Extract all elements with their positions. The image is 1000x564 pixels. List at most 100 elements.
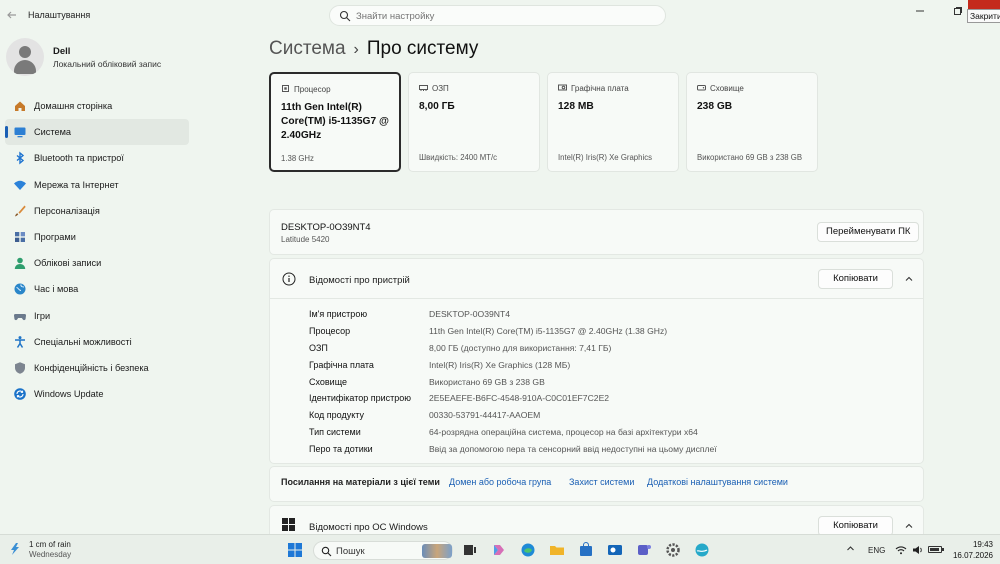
brush-icon [15, 205, 26, 217]
volume-icon[interactable] [912, 545, 924, 555]
copilot-icon[interactable] [491, 542, 507, 558]
sidebar-item-privacy[interactable]: Конфіденційність і безпека [5, 355, 189, 381]
windows-specifications-panel[interactable]: Відомості про ОС Windows Копіювати [269, 505, 924, 536]
input-language[interactable]: ENG [868, 546, 885, 555]
link-domain-workgroup[interactable]: Домен або робоча група [449, 477, 551, 487]
minimize-button[interactable] [912, 6, 928, 20]
show-hidden-icons-chevron[interactable] [846, 544, 855, 555]
processor-card[interactable]: Процесор 11th Gen Intel(R) Core(TM) i5-1… [269, 72, 401, 172]
sidebar-item-apps[interactable]: Програми [5, 224, 189, 250]
spec-value: 11th Gen Intel(R) Core(TM) i5-1135G7 @ 2… [429, 325, 668, 336]
sidebar-nav: Домашня сторінка Система Bluetooth та пр… [5, 93, 189, 407]
card-title: Графічна плата [571, 84, 629, 93]
wifi-icon [14, 180, 26, 190]
taskbar-search-label: Пошук [336, 546, 365, 557]
restore-icon [954, 7, 962, 15]
rename-pc-button[interactable]: Перейменувати ПК [817, 222, 920, 242]
card-subtext: Швидкість: 2400 MT/c [419, 153, 498, 162]
spec-key: Ім'я пристрою [309, 309, 368, 319]
weather-summary[interactable]: 1 cm of rain [29, 540, 71, 549]
link-system-protection[interactable]: Захист системи [569, 477, 634, 487]
copy-windows-specs-button[interactable]: Копіювати [818, 516, 893, 536]
card-title: Процесор [294, 85, 331, 94]
home-icon [15, 101, 25, 111]
spec-value: 8,00 ГБ (доступно для використання: 7,41… [429, 342, 612, 353]
breadcrumb-separator: › [353, 41, 359, 58]
sidebar-item-accessibility[interactable]: Спеціальні можливості [5, 329, 189, 355]
sidebar-item-network[interactable]: Мережа та Інтернет [5, 172, 189, 198]
card-subtext: Intel(R) Iris(R) Xe Graphics [558, 153, 653, 162]
title-bar: Налаштування Закрити [0, 0, 1000, 32]
sidebar-item-accounts[interactable]: Облікові записи [5, 250, 189, 276]
card-value: 11th Gen Intel(R) Core(TM) i5-1135G7 @ 2… [281, 102, 389, 141]
related-links-title: Посилання на матеріали з цієї теми [281, 477, 440, 487]
spec-key: Перо та дотики [309, 444, 373, 455]
card-header: ОЗП [419, 83, 449, 93]
device-name-panel: DESKTOP-0O39NT4 Latitude 5420 Перейменув… [269, 209, 924, 255]
app-title: Налаштування [28, 10, 91, 20]
sidebar-item-label: Ігри [34, 310, 51, 321]
accessibility-icon [15, 335, 25, 348]
card-title: ОЗП [432, 84, 449, 93]
windows-update-icon [14, 388, 26, 400]
sidebar-item-home[interactable]: Домашня сторінка [5, 93, 189, 119]
rain-weather-icon[interactable] [8, 541, 24, 557]
sidebar-item-gaming[interactable]: Ігри [5, 303, 189, 329]
chevron-up-icon[interactable] [903, 273, 915, 285]
spec-value: 2E5EAEFE-B6FC-4548-910A-C0C01EF7C2E2 [429, 393, 610, 404]
card-header: Сховище [697, 83, 744, 93]
outlook-icon[interactable] [607, 542, 623, 558]
breadcrumb-parent[interactable]: Система [269, 38, 346, 59]
shield-icon [15, 362, 25, 374]
sidebar-item-windows-update[interactable]: Windows Update [5, 381, 189, 407]
sidebar-item-personalization[interactable]: Персоналізація [5, 198, 189, 224]
clock-time[interactable]: 19:43 [959, 540, 993, 549]
gpu-card[interactable]: Графічна плата 128 MB Intel(R) Iris(R) X… [547, 72, 679, 172]
sidebar-item-time-language[interactable]: Час і мова [5, 276, 189, 302]
teams-icon[interactable] [636, 542, 652, 558]
settings-gear-icon[interactable] [665, 542, 681, 558]
wifi-status-icon[interactable] [895, 545, 907, 555]
microsoft-store-icon[interactable] [578, 542, 594, 558]
copy-device-specs-button[interactable]: Копіювати [818, 269, 893, 289]
clock-date[interactable]: 16.07.2026 [950, 551, 993, 560]
device-specifications-title: Відомості про пристрій [309, 275, 410, 286]
chevron-up-icon[interactable] [903, 520, 915, 532]
ram-card[interactable]: ОЗП 8,00 ГБ Швидкість: 2400 MT/c [408, 72, 540, 172]
maximize-button[interactable] [950, 6, 966, 20]
avatar [6, 38, 44, 76]
card-subtext: Використано 69 GB з 238 GB [697, 153, 803, 162]
taskbar-search[interactable]: Пошук [313, 541, 453, 560]
spec-value: DESKTOP-0O39NT4 [429, 309, 511, 319]
browser-icon[interactable] [694, 542, 710, 558]
device-specifications-header[interactable]: Відомості про пристрій Копіювати [270, 259, 923, 299]
user-profile[interactable]: Dell Локальний обліковий запис [6, 38, 196, 76]
page-title: Про систему [366, 38, 479, 59]
device-specifications-panel: Відомості про пристрій Копіювати Ім'я пр… [269, 258, 924, 464]
back-arrow-icon [7, 11, 16, 19]
card-value: 238 GB [697, 101, 733, 112]
spec-value: 64-розрядна операційна система, процесор… [429, 427, 698, 438]
settings-search[interactable] [329, 5, 666, 26]
battery-icon[interactable] [928, 546, 944, 553]
edge-icon[interactable] [520, 542, 536, 558]
sidebar-item-bluetooth[interactable]: Bluetooth та пристрої [5, 145, 189, 171]
breadcrumb: Система › Про систему [269, 38, 478, 60]
storage-card[interactable]: Сховище 238 GB Використано 69 GB з 238 G… [686, 72, 818, 172]
spec-key: Сховище [309, 376, 348, 387]
profile-name: Dell [53, 46, 71, 57]
cpu-icon [282, 85, 289, 92]
sidebar-item-label: Конфіденційність і безпека [34, 362, 149, 373]
sidebar-item-label: Час і мова [34, 284, 79, 295]
windows-specifications-title: Відомості про ОС Windows [309, 522, 428, 533]
link-advanced-system-settings[interactable]: Додаткові налаштування системи [647, 477, 788, 487]
task-view-icon[interactable] [462, 542, 478, 558]
system-icon [14, 127, 26, 138]
sidebar-item-label: Спеціальні можливості [34, 336, 132, 347]
file-explorer-icon[interactable] [549, 542, 565, 558]
start-button[interactable] [287, 542, 303, 558]
search-input[interactable] [356, 9, 646, 23]
close-button[interactable] [968, 0, 1000, 9]
sidebar-item-system[interactable]: Система [5, 119, 189, 146]
back-button[interactable] [5, 9, 19, 23]
